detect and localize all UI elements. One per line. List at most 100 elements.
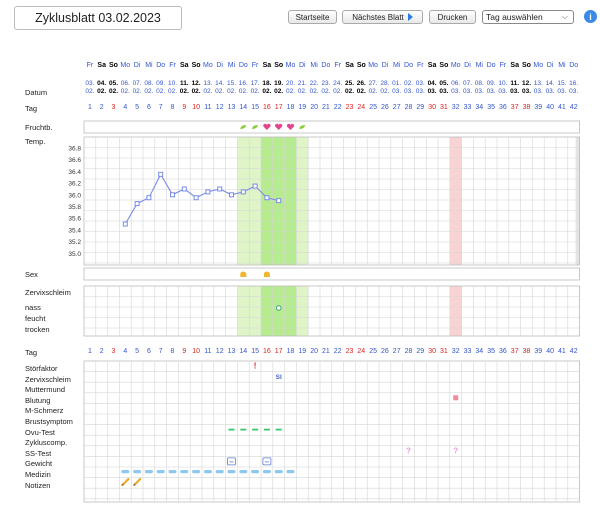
zervix-level-trocken: trocken bbox=[25, 325, 50, 334]
pill-icon bbox=[286, 470, 295, 474]
info-icon[interactable]: i bbox=[584, 10, 597, 23]
pill-icon bbox=[133, 470, 142, 474]
temp-point[interactable] bbox=[240, 189, 246, 195]
period-band bbox=[449, 137, 462, 265]
startseite-button[interactable]: Startseite bbox=[288, 10, 337, 24]
temp-line bbox=[124, 173, 279, 225]
temp-point[interactable] bbox=[170, 192, 175, 198]
zervix-level-nass: nass bbox=[25, 303, 41, 312]
ss-test-mark: ? bbox=[406, 446, 411, 455]
cycle-chart: 36.8 36.6 36.4 36.2 36.0 35.8 35.6 35.4 35.2 35.0… bbox=[68, 120, 581, 503]
bottom-row-label: Blutung bbox=[25, 395, 51, 405]
pill-icon bbox=[215, 470, 224, 474]
temp-tick-label: 36.2 bbox=[68, 181, 81, 188]
scale-icon bbox=[227, 457, 236, 466]
bottom-section bbox=[83, 360, 581, 503]
temp-point[interactable] bbox=[158, 171, 164, 177]
temp-point[interactable] bbox=[122, 221, 128, 227]
sex-row bbox=[83, 267, 581, 281]
weekday-cell: Do bbox=[569, 62, 579, 69]
peak-band bbox=[261, 286, 297, 336]
temp-section bbox=[83, 136, 581, 266]
bottom-row-label: Zykluscomp. bbox=[25, 438, 68, 448]
pill-icon bbox=[168, 470, 177, 474]
temp-tick-label: 35.0 bbox=[68, 251, 81, 258]
date-day-cell: 16. bbox=[569, 80, 579, 87]
temp-tick-label: 35.2 bbox=[68, 239, 81, 246]
temp-point[interactable] bbox=[252, 183, 258, 189]
pill-icon bbox=[239, 470, 248, 474]
heart-icon bbox=[263, 123, 271, 130]
temp-point[interactable] bbox=[217, 186, 223, 192]
temp-point[interactable] bbox=[205, 189, 211, 195]
pill-icon bbox=[180, 470, 189, 474]
sex-icon bbox=[240, 271, 247, 277]
zervixschleim-mark: SI bbox=[276, 374, 282, 381]
ss-test-mark: ? bbox=[453, 446, 458, 455]
print-button[interactable]: Drucken bbox=[429, 10, 476, 24]
zervixschleim-label: Zervixschleim bbox=[25, 288, 71, 297]
page-title: Zyklusblatt 03.02.2023 bbox=[14, 6, 182, 30]
temp-tick-label: 36.8 bbox=[68, 146, 81, 153]
date-month-cell: 03. bbox=[569, 88, 579, 95]
day-select-value: Tag auswählen bbox=[486, 12, 543, 22]
temp-point[interactable] bbox=[276, 198, 282, 204]
scale-icon bbox=[262, 457, 272, 466]
temp-tick-label: 35.8 bbox=[68, 204, 81, 211]
temp-point[interactable] bbox=[181, 186, 187, 192]
pill-icon bbox=[156, 470, 165, 474]
temp-tick-label: 35.4 bbox=[68, 227, 81, 234]
next-sheet-button[interactable]: Nächstes Blatt bbox=[342, 10, 423, 24]
period-band bbox=[449, 286, 462, 336]
temp-point[interactable] bbox=[134, 201, 140, 207]
bottom-row-label: Gewicht bbox=[25, 459, 53, 469]
pill-icon bbox=[192, 470, 201, 474]
day-select[interactable]: Tag auswählen ⌵ bbox=[482, 10, 574, 24]
zervix-point[interactable] bbox=[275, 305, 282, 311]
bottom-row-label: Notizen bbox=[25, 480, 51, 490]
temp-point[interactable] bbox=[193, 195, 199, 201]
temp-label: Temp. bbox=[25, 137, 46, 146]
fertile-window-band bbox=[237, 137, 309, 265]
bottom-row-label: Ovu-Test bbox=[25, 427, 56, 437]
next-sheet-label: Nächstes Blatt bbox=[352, 12, 404, 22]
pill-icon bbox=[274, 470, 283, 474]
pill-icon bbox=[144, 470, 153, 474]
bottom-row-label: Störfaktor bbox=[25, 364, 58, 373]
bottom-row-label: Zervixschleim bbox=[25, 374, 71, 384]
pencil-icon bbox=[121, 478, 130, 487]
bottom-row-label: Medizin bbox=[25, 470, 51, 479]
temp-tick-label: 36.4 bbox=[68, 169, 81, 176]
pill-icon bbox=[121, 470, 130, 474]
fruchtb-row bbox=[83, 120, 581, 134]
pill-icon bbox=[251, 470, 260, 474]
temp-tick-label: 35.6 bbox=[68, 216, 81, 223]
sex-label: Sex bbox=[25, 270, 38, 279]
peak-band bbox=[261, 137, 297, 265]
temp-point[interactable] bbox=[264, 195, 270, 201]
chevron-down-icon: ⌵ bbox=[561, 12, 568, 21]
temp-tick-label: 36.0 bbox=[68, 192, 81, 199]
fertile-window-band bbox=[237, 286, 309, 336]
zervix-level-feucht: feucht bbox=[25, 314, 46, 323]
blutung-mark bbox=[453, 395, 459, 401]
temp-point[interactable] bbox=[229, 192, 234, 198]
bottom-row-label: Brustsymptom bbox=[25, 417, 73, 426]
day-number-cell: 42 bbox=[569, 104, 578, 111]
heart-icon bbox=[286, 123, 295, 130]
pencil-icon bbox=[133, 478, 142, 487]
temp-tick-label: 36.6 bbox=[68, 157, 81, 164]
fruchtb-label: Fruchtb. bbox=[25, 123, 53, 132]
bottom-row-label: M-Schmerz bbox=[25, 406, 64, 416]
heart-icon bbox=[275, 123, 283, 130]
pill-icon bbox=[262, 470, 271, 474]
pill-icon bbox=[203, 470, 212, 474]
edge-strip bbox=[575, 137, 580, 265]
temp-point[interactable] bbox=[146, 195, 152, 201]
stoerfaktor-mark: ! bbox=[254, 362, 257, 371]
tag2-label: Tag bbox=[25, 348, 38, 357]
pill-icon bbox=[227, 470, 236, 474]
tag-label: Tag bbox=[25, 104, 38, 113]
datum-label: Datum bbox=[25, 88, 48, 97]
day-number-cell: 42 bbox=[569, 348, 578, 355]
